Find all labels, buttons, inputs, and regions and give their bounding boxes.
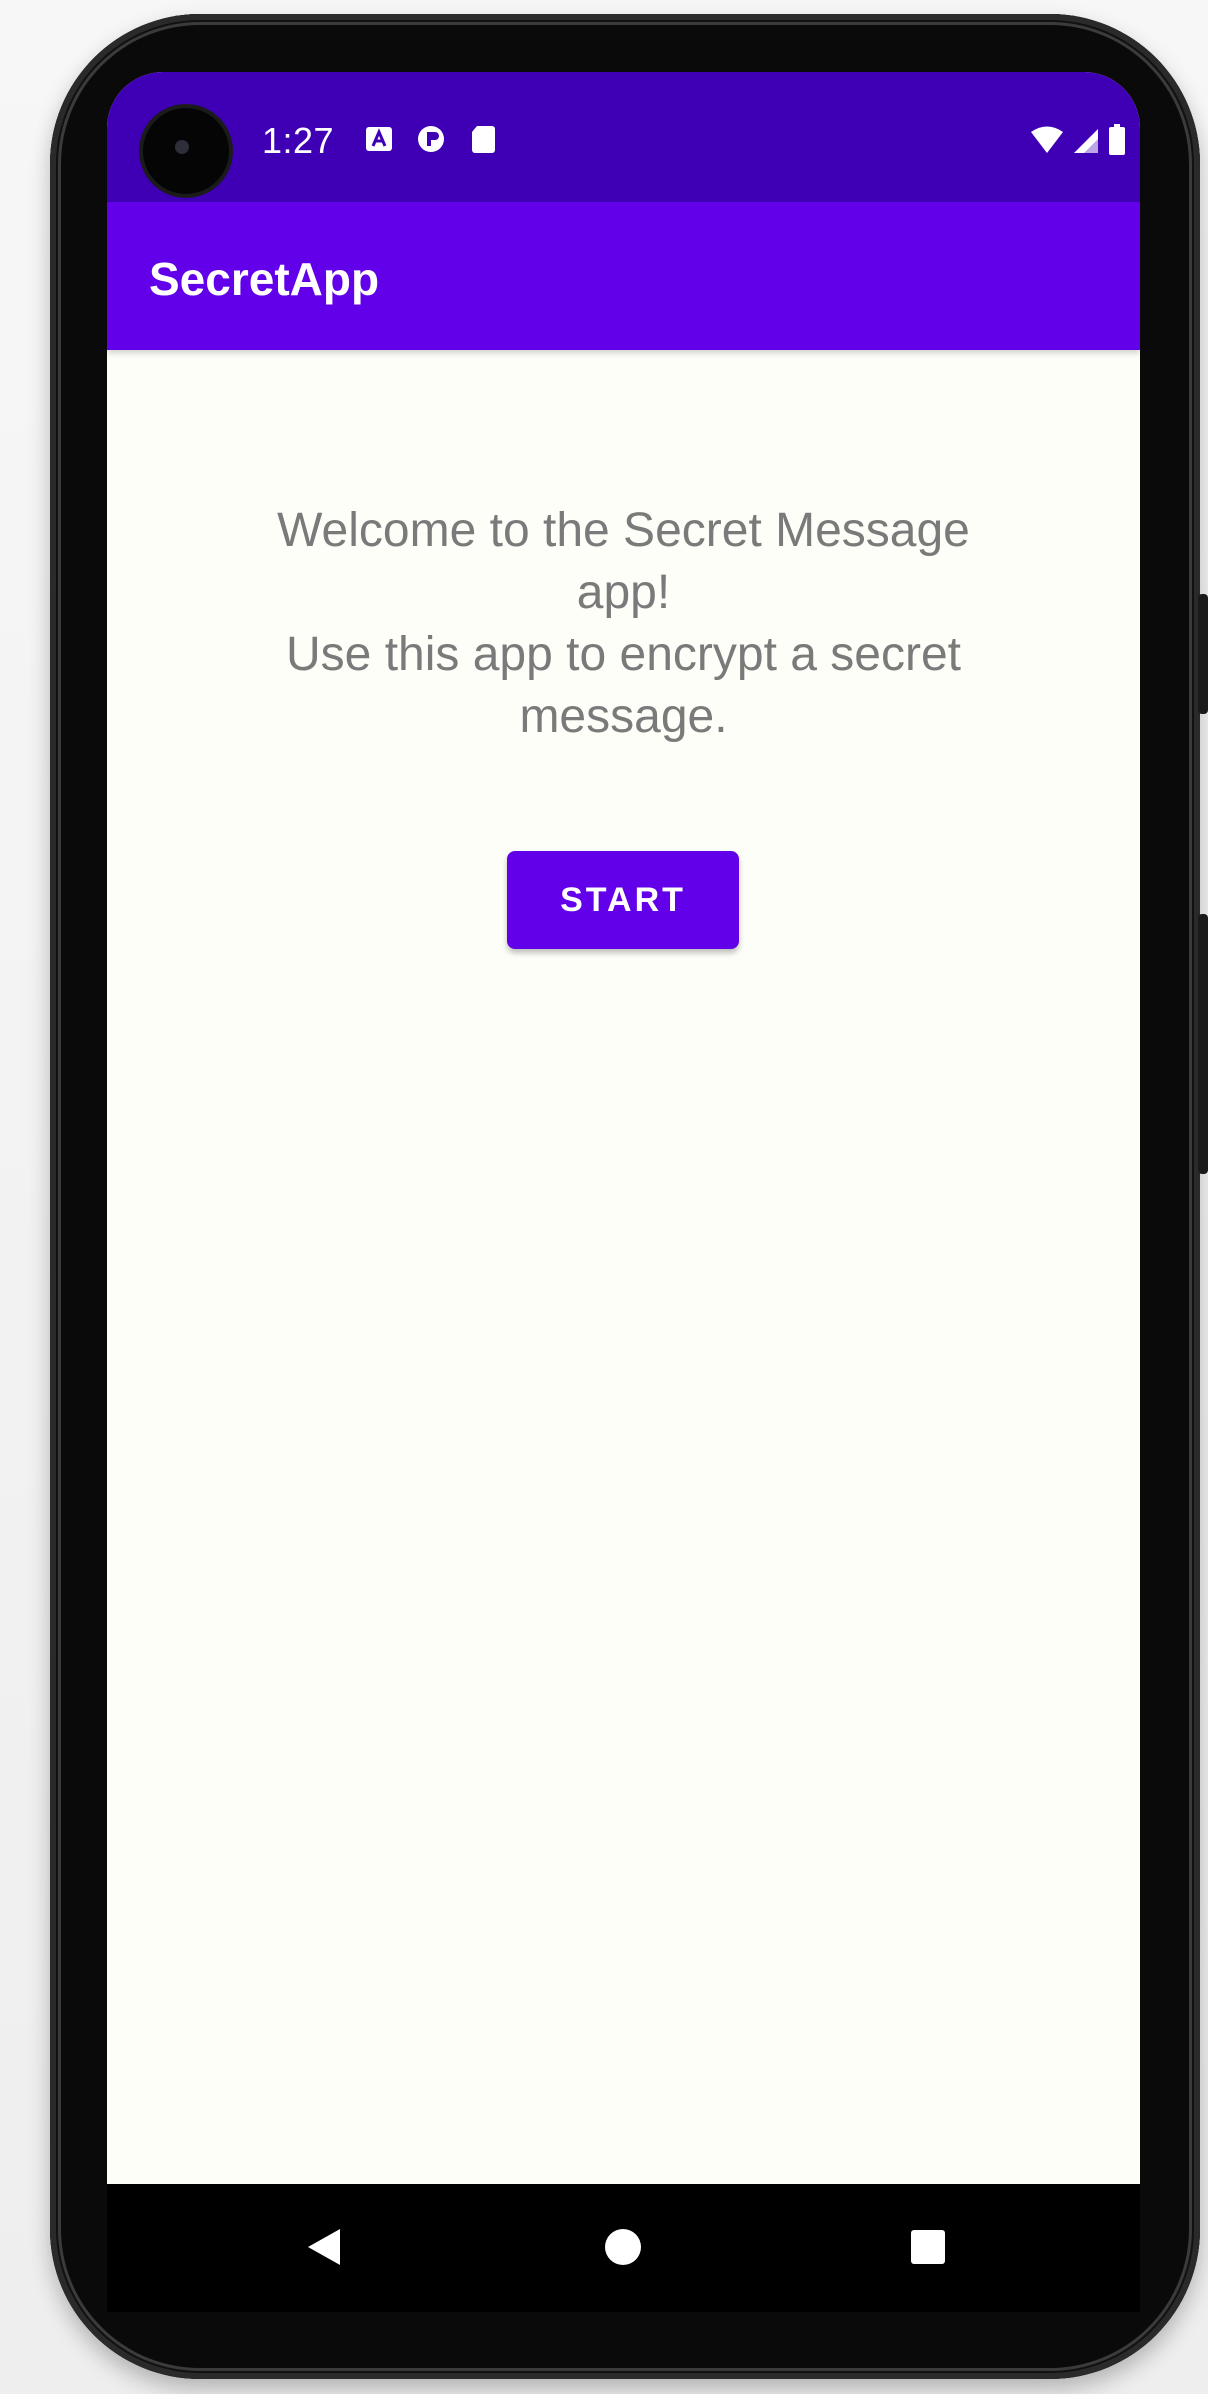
app-title: SecretApp [149, 253, 380, 305]
volume-button [1198, 914, 1208, 1174]
main-content: Welcome to the Secret Message app! Use t… [107, 350, 1140, 2263]
start-button[interactable]: START [507, 851, 739, 949]
front-camera [143, 108, 229, 194]
home-button[interactable] [598, 2222, 648, 2272]
app-bar: SecretApp [107, 202, 1140, 350]
home-icon [605, 2229, 641, 2265]
welcome-message: Welcome to the Secret Message app! Use t… [277, 504, 970, 743]
notification-icons [364, 124, 498, 154]
sd-card-icon [468, 124, 498, 154]
system-status-icons [1030, 124, 1126, 161]
status-bar: 1:27 [107, 72, 1140, 202]
recents-button[interactable] [903, 2222, 953, 2272]
cellular-signal-icon [1072, 125, 1100, 160]
device-screen: 1:27 SecretApp Welcome to the Secret Mes… [107, 72, 1140, 2312]
back-button[interactable] [299, 2222, 349, 2272]
a-notification-icon [364, 124, 394, 154]
power-button [1198, 594, 1208, 714]
screenshot-page: 1:27 SecretApp Welcome to the Secret Mes… [0, 0, 1208, 2394]
navigation-bar [107, 2184, 1140, 2312]
recents-icon [911, 2230, 945, 2264]
status-time: 1:27 [262, 120, 335, 161]
back-icon [308, 2229, 340, 2265]
wifi-icon [1030, 125, 1064, 160]
record-notification-icon [416, 124, 446, 154]
battery-icon [1108, 124, 1126, 161]
